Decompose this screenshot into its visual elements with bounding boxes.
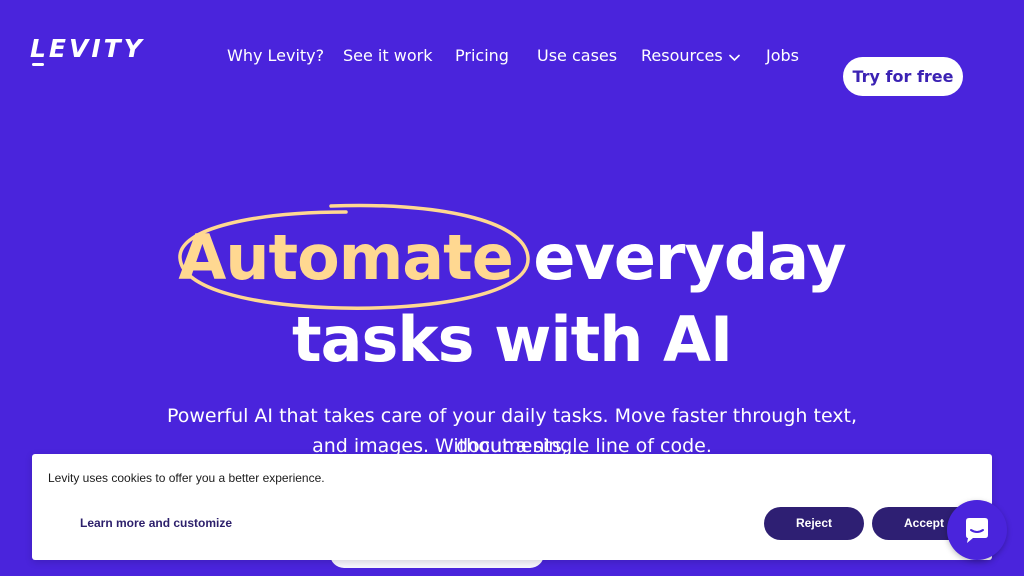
hero-title-line2: tasks with AI	[291, 303, 733, 376]
nav-resources[interactable]: Resources	[641, 46, 740, 66]
nav-see-it-work[interactable]: See it work	[343, 46, 432, 65]
hero-title-rest: everyday	[533, 221, 846, 294]
cookie-message: Levity uses cookies to offer you a bette…	[48, 471, 325, 485]
nav-use-cases[interactable]: Use cases	[537, 46, 617, 65]
nav-jobs[interactable]: Jobs	[766, 46, 799, 65]
chat-widget-button[interactable]	[947, 500, 1007, 560]
chevron-down-icon	[728, 47, 740, 66]
nav-pricing[interactable]: Pricing	[455, 46, 509, 65]
nav-resources-label: Resources	[641, 46, 723, 65]
chat-bubble-icon	[966, 518, 988, 543]
cookie-banner: Levity uses cookies to offer you a bette…	[32, 454, 992, 560]
learn-more-link[interactable]: Learn more and customize	[80, 516, 232, 530]
hero-title-line1: Automate everyday	[0, 218, 1024, 298]
reject-button[interactable]: Reject	[764, 507, 864, 540]
nav-why-levity[interactable]: Why Levity?	[227, 46, 324, 65]
try-for-free-button[interactable]: Try for free	[843, 57, 963, 96]
hero-highlight-word: Automate	[178, 221, 513, 294]
